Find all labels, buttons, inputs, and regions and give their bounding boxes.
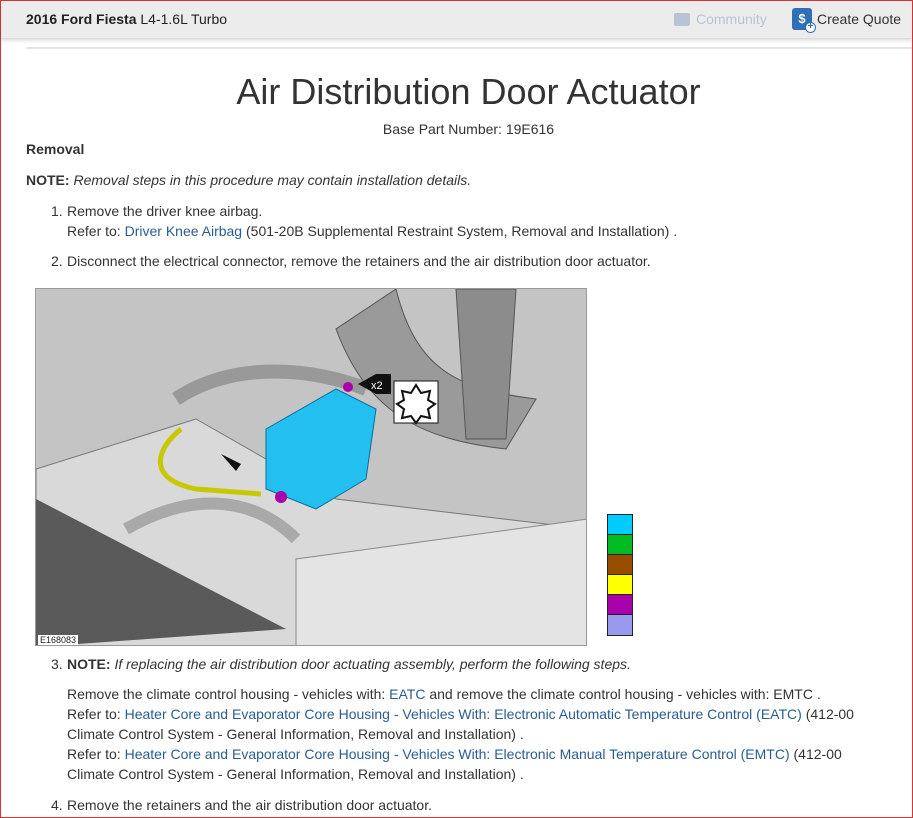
color-swatch <box>608 595 632 615</box>
eatc-housing-link[interactable]: Heater Core and Evaporator Core Housing … <box>125 706 802 722</box>
chat-icon <box>674 12 690 26</box>
color-swatch <box>608 515 632 535</box>
color-swatch <box>608 535 632 555</box>
note: NOTE: Removal steps in this procedure ma… <box>26 172 472 188</box>
figure-id: E168083 <box>38 635 79 645</box>
base-part-number: Base Part Number: 19E616 <box>382 121 555 137</box>
quote-icon: $ + <box>792 8 816 33</box>
driver-knee-airbag-link[interactable]: Driver Knee Airbag <box>125 223 243 239</box>
vehicle-title: 2016 Ford Fiesta L4-1.6L Turbo <box>26 11 228 27</box>
color-swatch <box>608 615 632 635</box>
section-heading: Removal <box>26 141 85 157</box>
community-button[interactable]: Community <box>674 11 767 27</box>
color-legend <box>607 514 633 636</box>
emtc-housing-link[interactable]: Heater Core and Evaporator Core Housing … <box>125 746 790 762</box>
step-1: 1. Remove the driver knee airbag. Refer t… <box>51 203 678 239</box>
callout-label: x2 <box>371 380 383 392</box>
step-2: 2. Disconnect the electrical connector, r… <box>51 253 651 269</box>
torx-icon <box>395 383 437 425</box>
color-swatch <box>608 575 632 595</box>
eatc-link[interactable]: EATC <box>389 686 425 702</box>
top-bar: 2016 Ford Fiesta L4-1.6L Turbo Community… <box>1 1 912 39</box>
create-quote-button[interactable]: $ + Create Quote <box>792 8 901 33</box>
illustration-drawing: x2 <box>36 289 586 645</box>
actuator-illustration: x2 E168083 <box>35 288 587 646</box>
page-title: Air Distribution Door Actuator <box>236 71 701 112</box>
step-4: 4. Remove the retainers and the air distr… <box>51 797 432 813</box>
divider <box>26 47 912 49</box>
color-swatch <box>608 555 632 575</box>
step-3: 3. NOTE: If replacing the air distributio… <box>51 656 854 782</box>
